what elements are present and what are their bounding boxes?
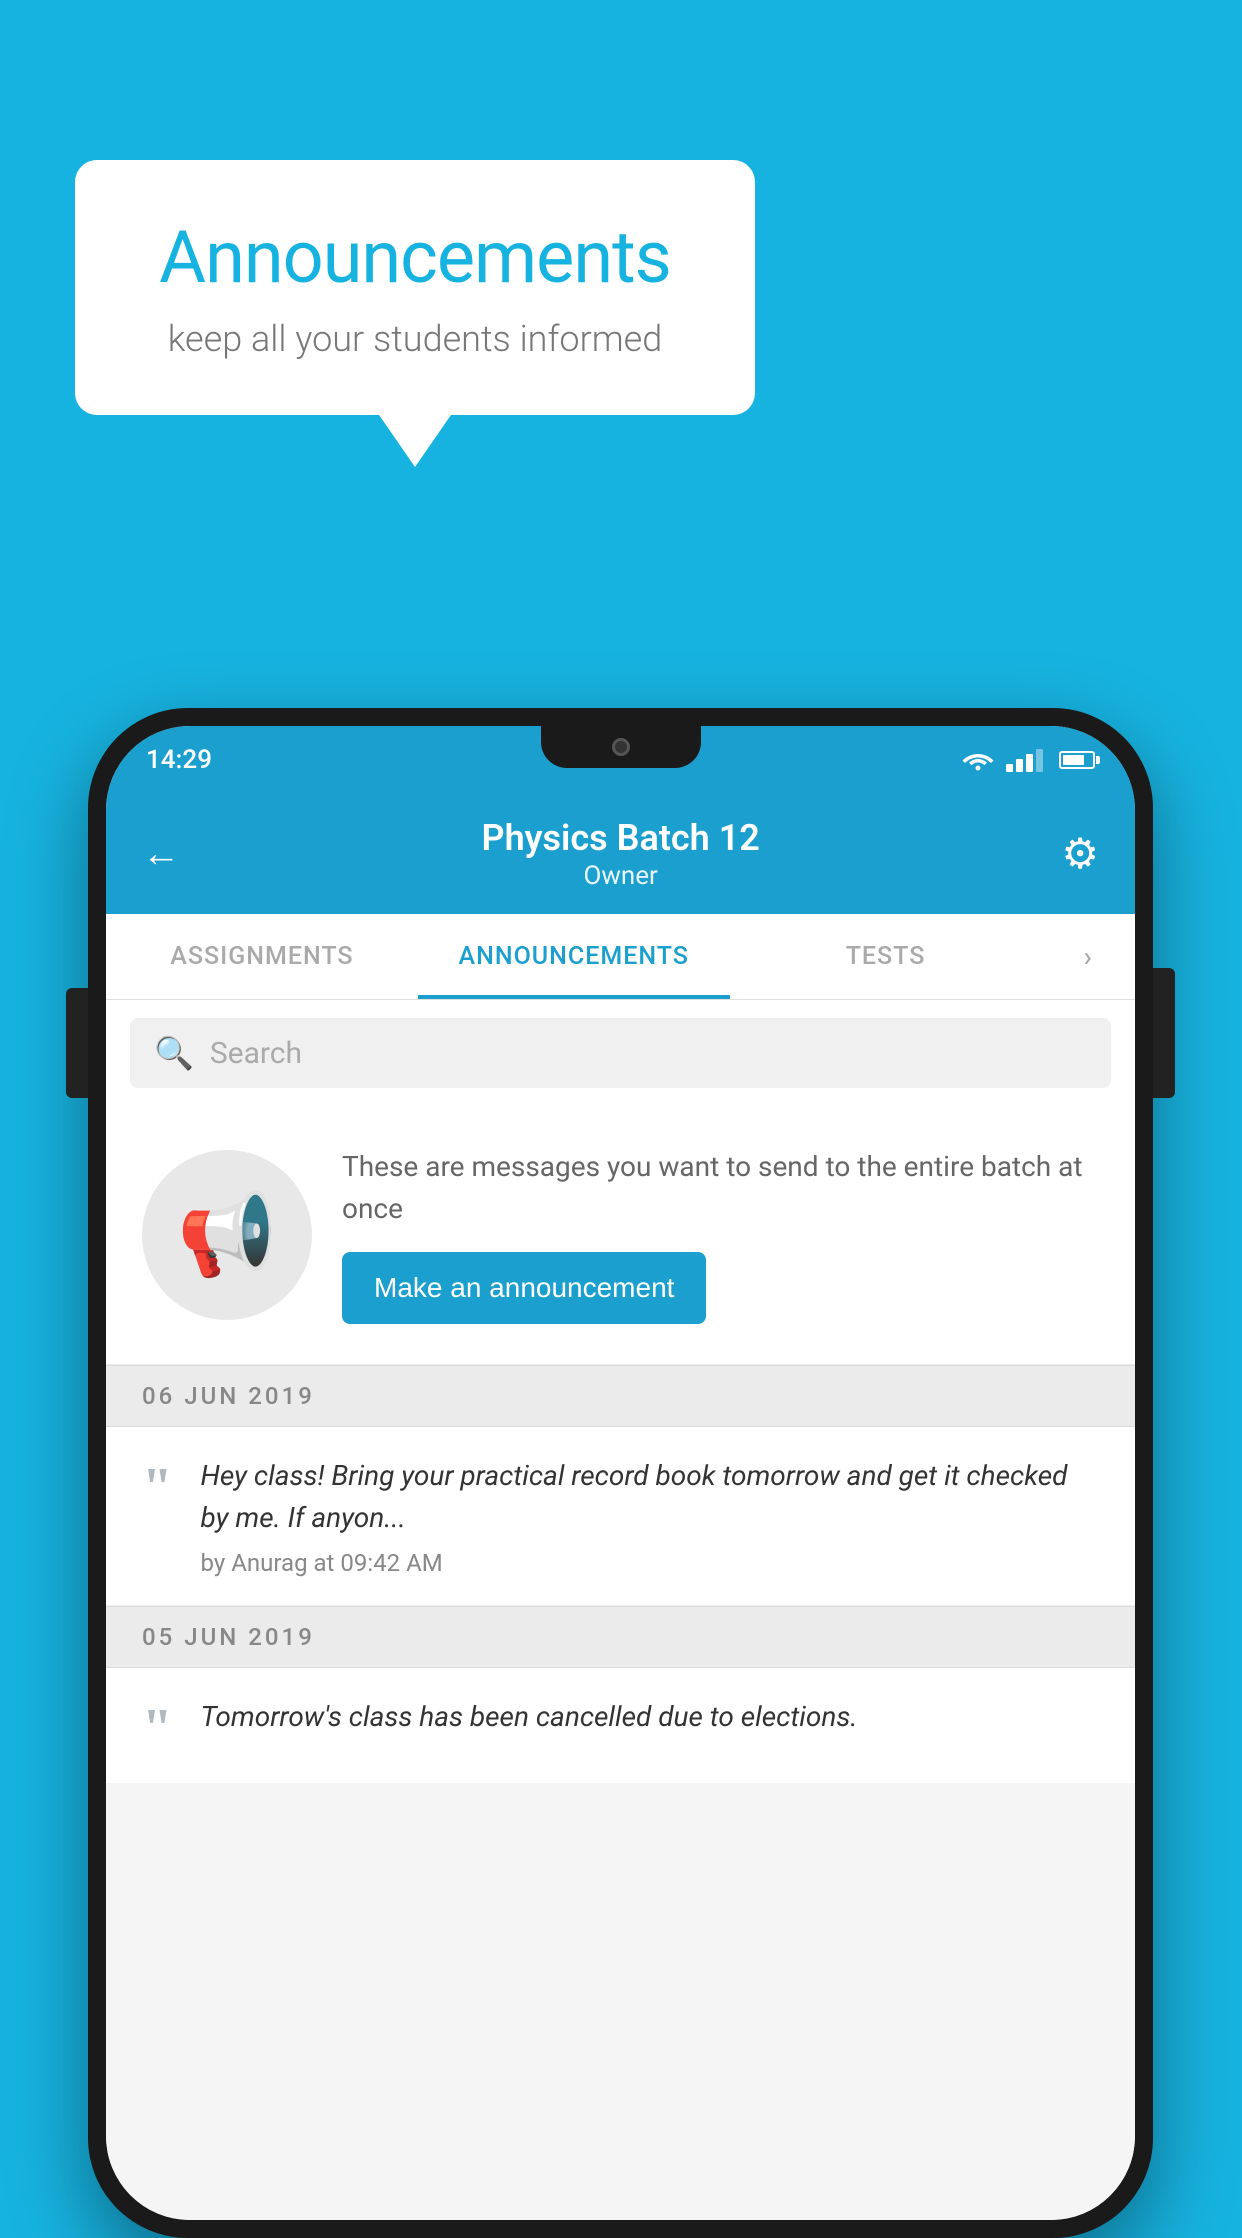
tab-announcements[interactable]: ANNOUNCEMENTS: [418, 914, 730, 999]
phone-notch: [541, 726, 701, 768]
battery-icon: [1059, 751, 1095, 769]
content-area: 🔍 Search 📢 These are messages you want t…: [106, 1000, 1135, 2220]
announcement-text-1: Hey class! Bring your practical record b…: [201, 1455, 1099, 1539]
battery-level: [1063, 755, 1084, 765]
promo-description: These are messages you want to send to t…: [342, 1146, 1099, 1230]
wifi-icon: [962, 748, 994, 772]
status-icons: [962, 748, 1095, 772]
app-header: ← Physics Batch 12 Owner ⚙: [106, 794, 1135, 914]
speech-bubble-title: Announcements: [135, 215, 695, 300]
speech-bubble-card: Announcements keep all your students inf…: [75, 160, 755, 415]
phone-outer: 14:29: [88, 708, 1153, 2238]
speech-bubble-subtitle: keep all your students informed: [135, 318, 695, 360]
announcement-item-1[interactable]: " Hey class! Bring your practical record…: [106, 1427, 1135, 1606]
promo-card: 📢 These are messages you want to send to…: [106, 1106, 1135, 1365]
batch-role: Owner: [481, 861, 759, 891]
header-title-block: Physics Batch 12 Owner: [481, 817, 759, 891]
back-button[interactable]: ←: [142, 832, 180, 876]
make-announcement-button[interactable]: Make an announcement: [342, 1252, 706, 1324]
date-separator-1: 06 JUN 2019: [106, 1365, 1135, 1427]
announcement-item-2[interactable]: " Tomorrow's class has been cancelled du…: [106, 1668, 1135, 1783]
tab-tests[interactable]: TESTS: [730, 914, 1042, 999]
promo-content: These are messages you want to send to t…: [342, 1146, 1099, 1324]
tab-more[interactable]: ›: [1041, 914, 1135, 999]
phone-screen: 14:29: [106, 726, 1135, 2220]
promo-icon-circle: 📢: [142, 1150, 312, 1320]
search-bar-container: 🔍 Search: [106, 1000, 1135, 1106]
announcement-meta-1: by Anurag at 09:42 AM: [201, 1549, 1099, 1577]
camera-sensor: [612, 738, 630, 756]
announcement-body-1: Hey class! Bring your practical record b…: [201, 1455, 1099, 1577]
tab-assignments[interactable]: ASSIGNMENTS: [106, 914, 418, 999]
batch-title: Physics Batch 12: [481, 817, 759, 859]
search-bar[interactable]: 🔍 Search: [130, 1018, 1111, 1088]
announcement-text-2: Tomorrow's class has been cancelled due …: [201, 1696, 1099, 1738]
search-icon: 🔍: [154, 1034, 194, 1072]
status-time: 14:29: [146, 745, 212, 775]
quote-icon-1: ": [142, 1459, 173, 1514]
quote-icon-2: ": [142, 1700, 173, 1755]
phone-mockup: 14:29: [88, 708, 1153, 2238]
megaphone-icon: 📢: [177, 1188, 277, 1282]
search-placeholder: Search: [210, 1036, 302, 1071]
date-separator-2: 05 JUN 2019: [106, 1606, 1135, 1668]
tabs-bar: ASSIGNMENTS ANNOUNCEMENTS TESTS ›: [106, 914, 1135, 1000]
settings-icon[interactable]: ⚙: [1061, 829, 1099, 879]
announcement-body-2: Tomorrow's class has been cancelled due …: [201, 1696, 1099, 1748]
signal-icon: [1006, 749, 1043, 772]
